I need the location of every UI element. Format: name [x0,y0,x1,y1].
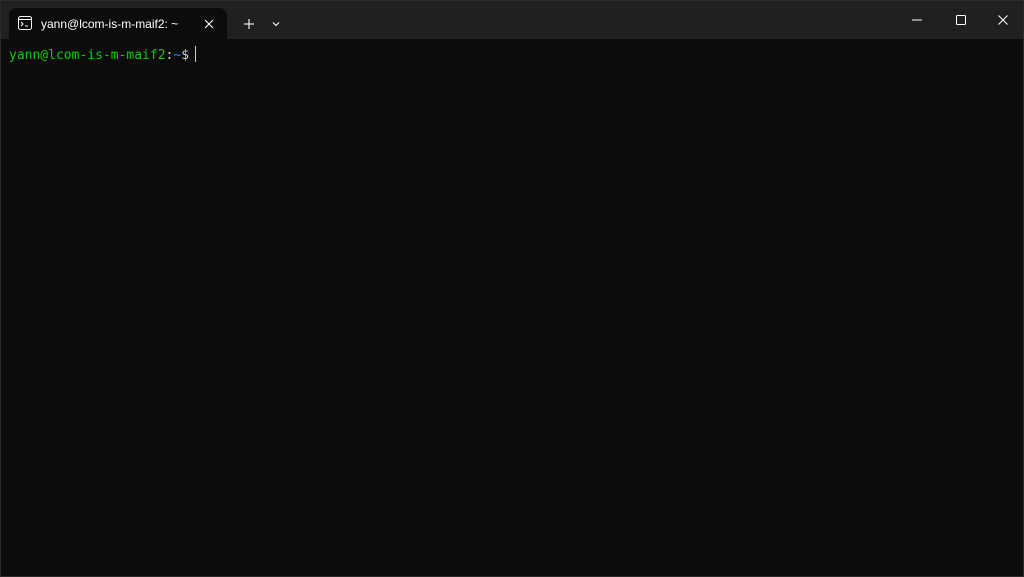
prompt-line: yann@lcom-is-m-maif2:~$ [9,46,197,64]
tab-title: yann@lcom-is-m-maif2: ~ [41,17,179,31]
prompt-symbol: $ [181,48,190,63]
title-bar[interactable]: yann@lcom-is-m-maif2: ~ [1,1,1023,39]
tab-terminal[interactable]: yann@lcom-is-m-maif2: ~ [9,8,227,39]
minimize-icon [912,19,922,21]
prompt-user-host: yann@lcom-is-m-maif2 [9,48,166,63]
close-icon [998,15,1008,25]
plus-icon [244,19,254,29]
terminal-window: yann@lcom-is-m-maif2: ~ yann@lcom-is-m-m… [0,0,1024,577]
terminal-icon [18,16,32,30]
close-window-button[interactable] [980,1,1023,39]
maximize-button[interactable] [938,1,984,39]
close-icon [204,19,214,29]
terminal-output-area[interactable]: yann@lcom-is-m-maif2:~$ [1,39,1023,576]
tab-dropdown-button[interactable] [265,13,287,35]
maximize-icon [956,15,966,25]
chevron-down-icon [272,22,280,27]
tab-close-button[interactable] [201,16,217,32]
new-tab-button[interactable] [237,13,261,35]
text-cursor [195,46,197,62]
minimize-button[interactable] [894,1,940,39]
